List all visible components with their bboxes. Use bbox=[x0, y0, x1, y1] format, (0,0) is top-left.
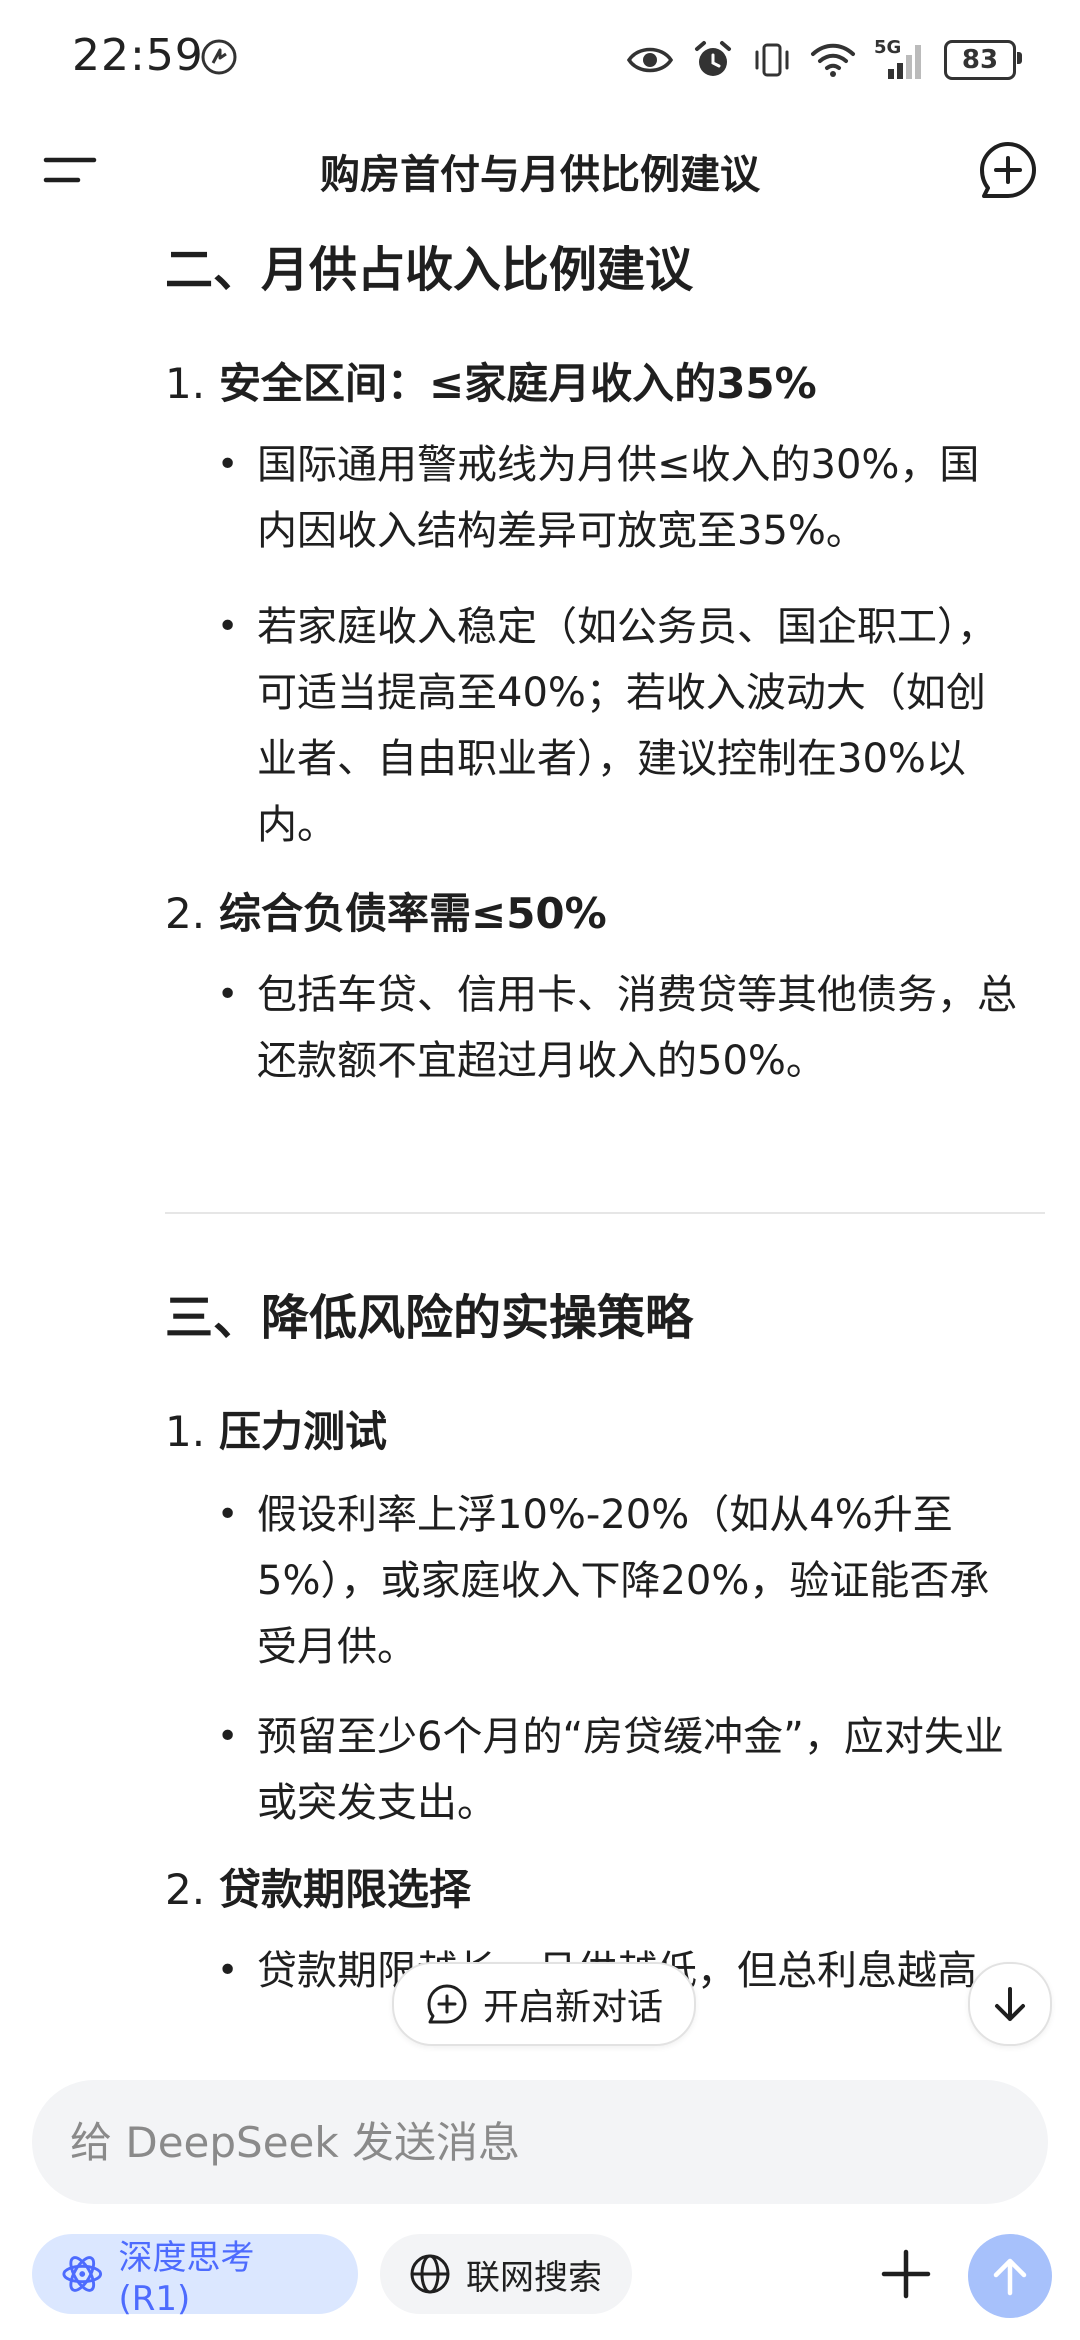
attach-button[interactable] bbox=[870, 2238, 942, 2310]
bullet-dot: • bbox=[217, 1716, 239, 1757]
list-item: 1. 压力测试 bbox=[165, 1398, 387, 1459]
list-number: 1. bbox=[165, 1407, 206, 1456]
battery-indicator: 83 bbox=[944, 40, 1022, 80]
bullet-item: • 包括车贷、信用卡、消费贷等其他债务，总还款额不宜超过月收入的50%。 bbox=[217, 962, 1017, 1094]
bullet-item: • 预留至少6个月的“房贷缓冲金”，应对失业或突发支出。 bbox=[217, 1704, 1017, 1836]
bullet-dot: • bbox=[217, 606, 239, 647]
new-chat-icon[interactable] bbox=[976, 138, 1040, 202]
input-toolbar: 深度思考 (R1) 联网搜索 bbox=[0, 2230, 1080, 2320]
alarm-icon bbox=[695, 41, 731, 76]
web-search-label: 联网搜索 bbox=[466, 2257, 602, 2298]
app-header: 购房首付与月供比例建议 bbox=[0, 120, 1080, 220]
page-title: 购房首付与月供比例建议 bbox=[320, 152, 760, 198]
send-button[interactable] bbox=[968, 2234, 1052, 2318]
list-number: 2. bbox=[165, 889, 206, 938]
list-item-title: 压力测试 bbox=[219, 1407, 388, 1456]
bullet-text: 国际通用警戒线为月供≤收入的30%，国内因收入结构差异可放宽至35%。 bbox=[257, 442, 980, 554]
web-search-toggle[interactable]: 联网搜索 bbox=[380, 2234, 632, 2314]
vibrate-icon bbox=[755, 43, 789, 77]
list-number: 1. bbox=[165, 359, 206, 408]
section-heading: 二、月供占收入比例建议 bbox=[165, 242, 694, 298]
deep-think-label: 深度思考 (R1) bbox=[118, 2237, 255, 2319]
list-number: 2. bbox=[165, 1865, 206, 1914]
chat-content[interactable]: 二、月供占收入比例建议 1. 安全区间：≤家庭月收入的35% • 国际通用警戒线… bbox=[0, 220, 1080, 2070]
signal-icon bbox=[888, 45, 921, 79]
bullet-text: 包括车贷、信用卡、消费贷等其他债务，总还款额不宜超过月收入的50%。 bbox=[257, 972, 1017, 1084]
deep-think-toggle[interactable]: 深度思考 (R1) bbox=[32, 2234, 358, 2319]
bullet-dot: • bbox=[217, 974, 239, 1015]
message-input[interactable] bbox=[68, 2116, 972, 2168]
list-item: 2. 综合负债率需≤50% bbox=[165, 880, 607, 941]
start-new-chat-label: 开启新对话 bbox=[482, 1987, 663, 2028]
list-item: 2. 贷款期限选择 bbox=[165, 1856, 471, 1917]
bullet-text: 假设利率上浮10%-20%（如从4%升至5%），或家庭收入下降20%，验证能否承… bbox=[257, 1492, 990, 1670]
section-heading: 三、降低风险的实操策略 bbox=[165, 1290, 694, 1346]
status-bar: 22:59 5G 83 bbox=[0, 0, 1080, 120]
start-new-chat-button[interactable]: 开启新对话 bbox=[392, 1962, 696, 2046]
wifi-icon bbox=[811, 43, 855, 77]
atom-icon bbox=[62, 2256, 103, 2292]
bullet-dot: • bbox=[217, 1950, 239, 1991]
status-icons: 5G 83 bbox=[626, 32, 1022, 88]
section-divider bbox=[165, 1212, 1045, 1214]
bullet-text: 预留至少6个月的“房贷缓冲金”，应对失业或突发支出。 bbox=[257, 1714, 1004, 1826]
list-item-title: 安全区间：≤家庭月收入的35% bbox=[219, 359, 817, 408]
list-item-title: 综合负债率需≤50% bbox=[219, 889, 607, 938]
status-time: 22:59 bbox=[72, 30, 204, 81]
new-chat-icon bbox=[427, 1984, 467, 2024]
list-item: 1. 安全区间：≤家庭月收入的35% bbox=[165, 350, 817, 411]
plus-icon bbox=[881, 2249, 931, 2299]
eye-icon bbox=[626, 47, 674, 73]
bullet-text: 若家庭收入稳定（如公务员、国企职工），可适当提高至40%；若收入波动大（如创业者… bbox=[257, 604, 997, 848]
globe-icon bbox=[410, 2254, 450, 2294]
list-item-title: 贷款期限选择 bbox=[219, 1865, 472, 1914]
message-input-container[interactable] bbox=[32, 2080, 1048, 2204]
scroll-to-bottom-button[interactable] bbox=[968, 1962, 1052, 2046]
bullet-dot: • bbox=[217, 444, 239, 485]
signal-indicator: 5G bbox=[874, 37, 926, 81]
bullet-item: • 国际通用警戒线为月供≤收入的30%，国内因收入结构差异可放宽至35%。 bbox=[217, 432, 1017, 564]
bullet-dot: • bbox=[217, 1494, 239, 1535]
bullet-item: • 假设利率上浮10%-20%（如从4%升至5%），或家庭收入下降20%，验证能… bbox=[217, 1482, 1017, 1680]
arrow-down-icon bbox=[995, 1987, 1025, 2021]
arrow-up-icon bbox=[993, 2258, 1027, 2296]
speed-icon bbox=[201, 39, 237, 75]
bullet-item: • 若家庭收入稳定（如公务员、国企职工），可适当提高至40%；若收入波动大（如创… bbox=[217, 594, 1017, 858]
